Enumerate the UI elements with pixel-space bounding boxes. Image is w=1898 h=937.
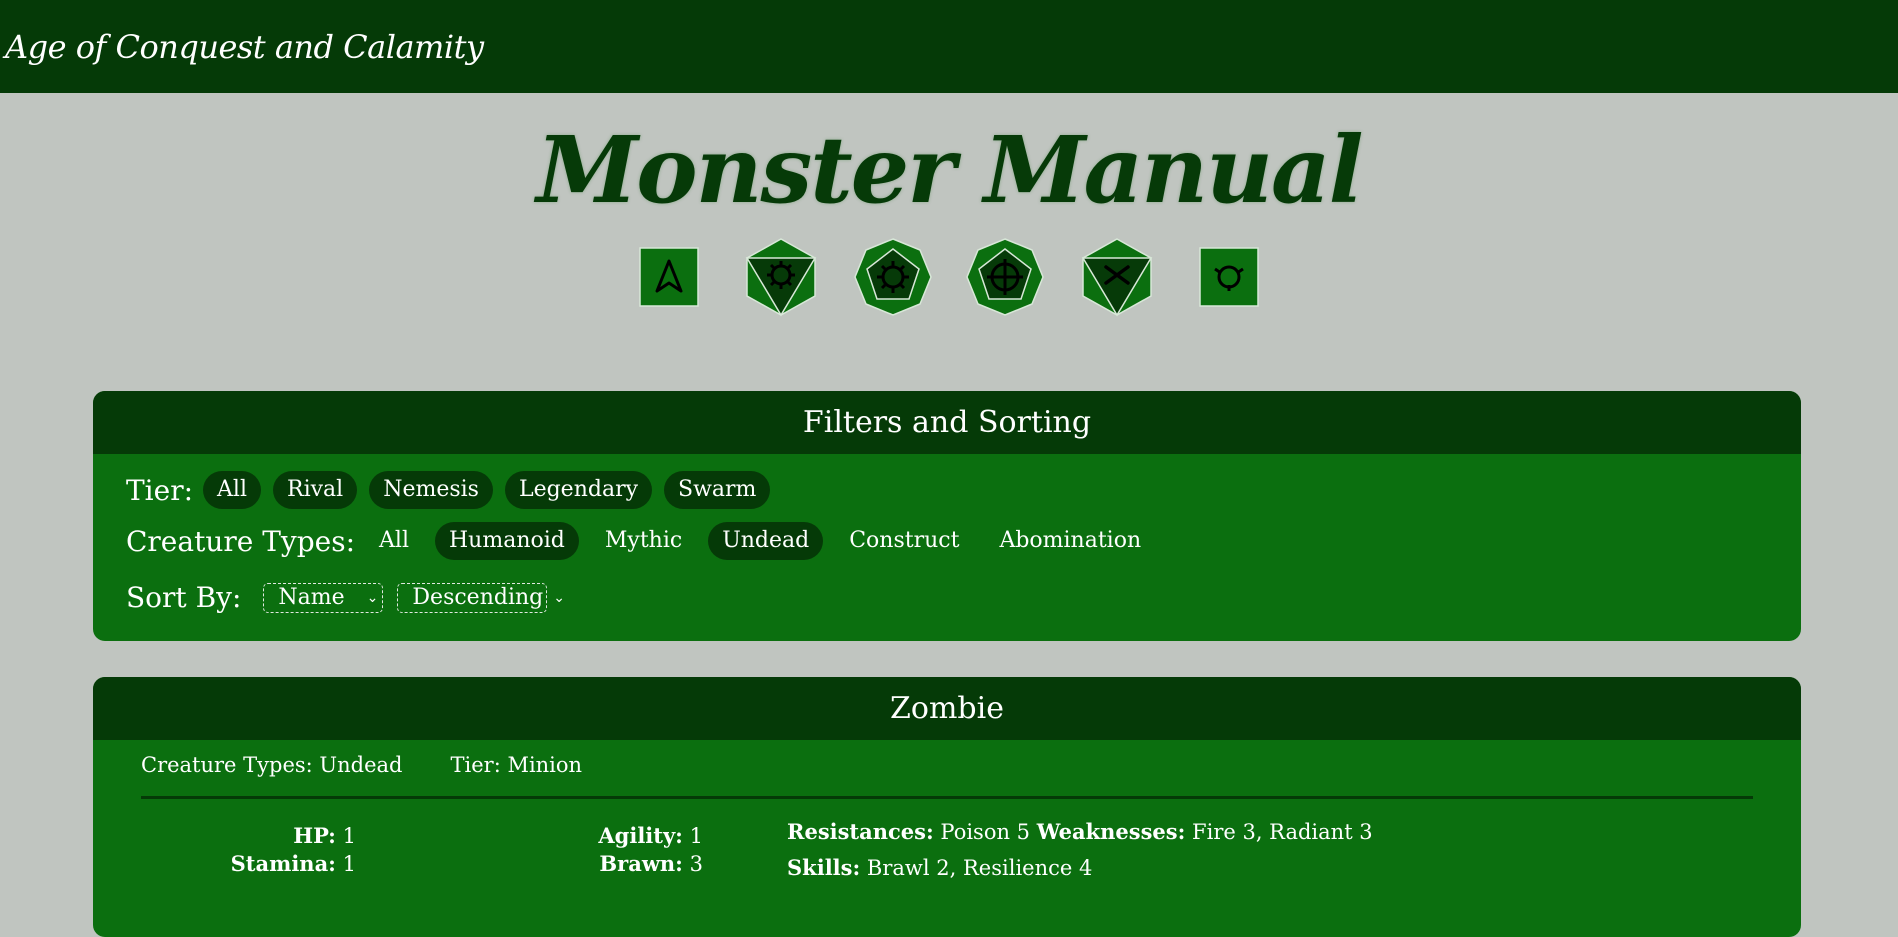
sort-field-value: Name [278,584,345,610]
tier-pill-swarm[interactable]: Swarm [664,471,771,509]
type-pill-all[interactable]: All [365,522,423,560]
agility-value: 1 [689,824,703,848]
types-label: Creature Types: [126,524,356,558]
d8-icon[interactable] [837,237,949,317]
tier-pill-legendary[interactable]: Legendary [504,471,653,509]
type-pill-undead[interactable]: Undead [708,522,824,560]
dice-row [0,237,1898,317]
page-title: Monster Manual [536,116,1363,224]
stat-skills: Skills: Brawl 2, Resilience 4 [787,855,1092,880]
resistances-label: Resistances: [787,819,934,844]
type-filter-row: Creature Types: All Humanoid Mythic Unde… [126,522,1167,560]
skills-value: Brawl 2, Resilience 4 [866,856,1093,880]
weaknesses-value: Fire 3, Radiant 3 [1192,820,1373,844]
stat-brawn: Brawn: 3 [599,851,703,876]
sort-row: Sort By: Name ⌄ Descending ⌄ [126,581,565,614]
top-bar: Age of Conquest and Calamity [0,0,1898,93]
hp-label: HP: [293,823,336,848]
brawn-label: Brawn: [599,851,683,876]
type-pill-mythic[interactable]: Mythic [591,522,696,560]
weaknesses-label: Weaknesses: [1036,819,1186,844]
monster-tier: Tier: Minion [450,753,583,777]
sort-field-select[interactable]: Name ⌄ [263,582,384,613]
sort-order-value: Descending [412,584,544,610]
brawn-value: 3 [689,852,703,876]
agility-label: Agility: [598,823,683,848]
monster-name: Zombie [93,677,1801,740]
sort-label: Sort By: [126,581,242,614]
d12-icon[interactable] [1061,237,1173,317]
tier-filter-row: Tier: All Rival Nemesis Legendary Swarm [126,471,782,509]
site-title[interactable]: Age of Conquest and Calamity [5,28,484,66]
tier-pill-all[interactable]: All [203,471,261,509]
sort-order-select[interactable]: Descending ⌄ [397,582,565,613]
monster-card: Zombie Creature Types: Undead Tier: Mini… [93,677,1801,937]
tier-pill-nemesis[interactable]: Nemesis [369,471,493,509]
type-pill-abomination[interactable]: Abomination [985,522,1155,560]
chevron-down-icon: ⌄ [553,589,565,606]
resistances-value: Poison 5 [940,820,1031,844]
stat-agility: Agility: 1 [598,823,703,848]
type-pill-construct[interactable]: Construct [835,522,973,560]
d10-icon[interactable] [949,237,1061,317]
d6-icon[interactable] [725,237,837,317]
chevron-down-icon: ⌄ [366,589,379,606]
monster-meta: Creature Types: Undead Tier: Minion [141,753,582,777]
hero: Monster Manual [0,115,1898,317]
d4-icon[interactable] [613,237,725,317]
tier-label: Tier: [126,473,194,507]
stat-resistances: Resistances: Poison 5 Weaknesses: Fire 3… [787,819,1373,844]
stamina-value: 1 [342,852,356,876]
stat-stamina: Stamina: 1 [231,851,356,876]
skills-label: Skills: [787,855,861,880]
hp-value: 1 [342,824,356,848]
stamina-label: Stamina: [230,851,336,876]
tier-pill-rival[interactable]: Rival [273,471,358,509]
divider [141,796,1753,799]
d20-icon[interactable] [1173,237,1285,317]
filters-title: Filters and Sorting [93,391,1801,454]
type-pill-humanoid[interactable]: Humanoid [434,522,579,560]
monster-creature-types: Creature Types: Undead [141,753,403,777]
filters-panel: Filters and Sorting Tier: All Rival Neme… [93,391,1801,641]
stat-hp: HP: 1 [293,823,356,848]
